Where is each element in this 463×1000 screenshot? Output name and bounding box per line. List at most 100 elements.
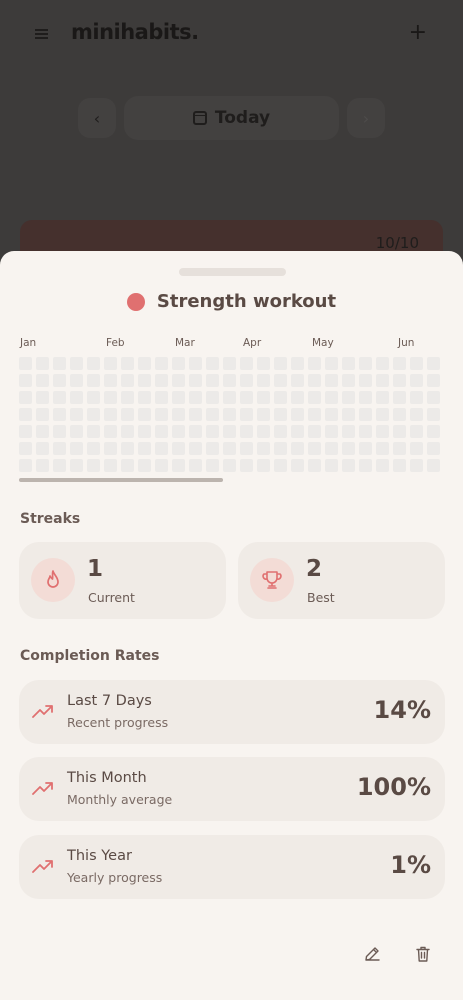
heatmap-cell[interactable]: [104, 442, 117, 455]
heatmap-cell[interactable]: [240, 442, 253, 455]
heatmap-cell[interactable]: [325, 391, 338, 404]
heatmap-cell[interactable]: [155, 357, 168, 370]
heatmap-cell[interactable]: [189, 442, 202, 455]
heatmap-cell[interactable]: [291, 408, 304, 421]
heatmap-cell[interactable]: [53, 391, 66, 404]
delete-habit-button[interactable]: [410, 941, 436, 967]
heatmap-cell[interactable]: [376, 374, 389, 387]
heatmap-cell[interactable]: [121, 425, 134, 438]
heatmap-cell[interactable]: [257, 391, 270, 404]
heatmap-cell[interactable]: [393, 459, 406, 472]
heatmap-cell[interactable]: [240, 391, 253, 404]
heatmap-cell[interactable]: [138, 425, 151, 438]
heatmap-cell[interactable]: [308, 357, 321, 370]
heatmap-cell[interactable]: [155, 459, 168, 472]
heatmap-cell[interactable]: [291, 425, 304, 438]
heatmap-cell[interactable]: [70, 391, 83, 404]
heatmap-cell[interactable]: [410, 391, 423, 404]
heatmap-cell[interactable]: [36, 374, 49, 387]
heatmap-cell[interactable]: [189, 357, 202, 370]
heatmap-cell[interactable]: [291, 357, 304, 370]
heatmap-cell[interactable]: [19, 391, 32, 404]
next-day-button[interactable]: ›: [347, 98, 385, 138]
heatmap-cell[interactable]: [155, 408, 168, 421]
heatmap-cell[interactable]: [393, 425, 406, 438]
heatmap-cell[interactable]: [172, 391, 185, 404]
heatmap-cell[interactable]: [274, 459, 287, 472]
heatmap-cell[interactable]: [325, 357, 338, 370]
heatmap-cell[interactable]: [19, 357, 32, 370]
heatmap-cell[interactable]: [172, 408, 185, 421]
heatmap-cell[interactable]: [410, 459, 423, 472]
heatmap-cell[interactable]: [121, 408, 134, 421]
heatmap-cell[interactable]: [121, 374, 134, 387]
edit-habit-button[interactable]: [359, 941, 385, 967]
heatmap-cell[interactable]: [138, 391, 151, 404]
heatmap-cell[interactable]: [240, 425, 253, 438]
heatmap-cell[interactable]: [308, 374, 321, 387]
heatmap-cell[interactable]: [19, 374, 32, 387]
heatmap-cell[interactable]: [291, 459, 304, 472]
heatmap-cell[interactable]: [342, 357, 355, 370]
heatmap-cell[interactable]: [342, 459, 355, 472]
heatmap-cell[interactable]: [359, 374, 372, 387]
heatmap-cell[interactable]: [155, 442, 168, 455]
heatmap-cell[interactable]: [393, 391, 406, 404]
heatmap-cell[interactable]: [155, 391, 168, 404]
heatmap-cell[interactable]: [206, 425, 219, 438]
heatmap-cell[interactable]: [359, 442, 372, 455]
heatmap-cell[interactable]: [104, 408, 117, 421]
add-habit-button[interactable]: +: [409, 20, 427, 45]
heatmap-cell[interactable]: [189, 408, 202, 421]
heatmap-cell[interactable]: [155, 425, 168, 438]
heatmap-cell[interactable]: [19, 425, 32, 438]
heatmap-cell[interactable]: [172, 374, 185, 387]
heatmap-cell[interactable]: [274, 425, 287, 438]
heatmap-cell[interactable]: [410, 374, 423, 387]
heatmap-cell[interactable]: [36, 425, 49, 438]
heatmap-cell[interactable]: [393, 408, 406, 421]
heatmap-cell[interactable]: [53, 459, 66, 472]
heatmap-cell[interactable]: [53, 442, 66, 455]
heatmap-cell[interactable]: [325, 374, 338, 387]
heatmap-cell[interactable]: [87, 425, 100, 438]
heatmap-cell[interactable]: [308, 442, 321, 455]
heatmap-cell[interactable]: [240, 459, 253, 472]
heatmap-cell[interactable]: [87, 357, 100, 370]
heatmap-cell[interactable]: [155, 374, 168, 387]
heatmap-cell[interactable]: [223, 357, 236, 370]
heatmap-cell[interactable]: [342, 391, 355, 404]
heatmap-cell[interactable]: [376, 408, 389, 421]
heatmap-cell[interactable]: [70, 425, 83, 438]
heatmap-cell[interactable]: [36, 459, 49, 472]
heatmap-cell[interactable]: [427, 442, 440, 455]
heatmap-cell[interactable]: [359, 425, 372, 438]
heatmap-cell[interactable]: [189, 374, 202, 387]
heatmap-cell[interactable]: [138, 408, 151, 421]
heatmap-cell[interactable]: [36, 408, 49, 421]
heatmap-cell[interactable]: [138, 442, 151, 455]
heatmap-cell[interactable]: [19, 442, 32, 455]
heatmap-cell[interactable]: [308, 459, 321, 472]
heatmap-cell[interactable]: [325, 425, 338, 438]
heatmap-cell[interactable]: [410, 442, 423, 455]
heatmap-cell[interactable]: [274, 408, 287, 421]
heatmap-cell[interactable]: [53, 374, 66, 387]
heatmap-cell[interactable]: [104, 374, 117, 387]
heatmap-cell[interactable]: [223, 408, 236, 421]
heatmap-cell[interactable]: [393, 374, 406, 387]
heatmap-cell[interactable]: [427, 374, 440, 387]
heatmap-cell[interactable]: [257, 425, 270, 438]
heatmap-cell[interactable]: [291, 442, 304, 455]
heatmap-cell[interactable]: [36, 391, 49, 404]
heatmap-cell[interactable]: [138, 459, 151, 472]
heatmap-cell[interactable]: [19, 408, 32, 421]
heatmap-cell[interactable]: [206, 391, 219, 404]
heatmap-cell[interactable]: [410, 357, 423, 370]
heatmap-cell[interactable]: [359, 408, 372, 421]
heatmap-cell[interactable]: [121, 442, 134, 455]
heatmap-cell[interactable]: [87, 442, 100, 455]
heatmap-cell[interactable]: [240, 408, 253, 421]
heatmap-cell[interactable]: [87, 459, 100, 472]
heatmap-cell[interactable]: [121, 391, 134, 404]
